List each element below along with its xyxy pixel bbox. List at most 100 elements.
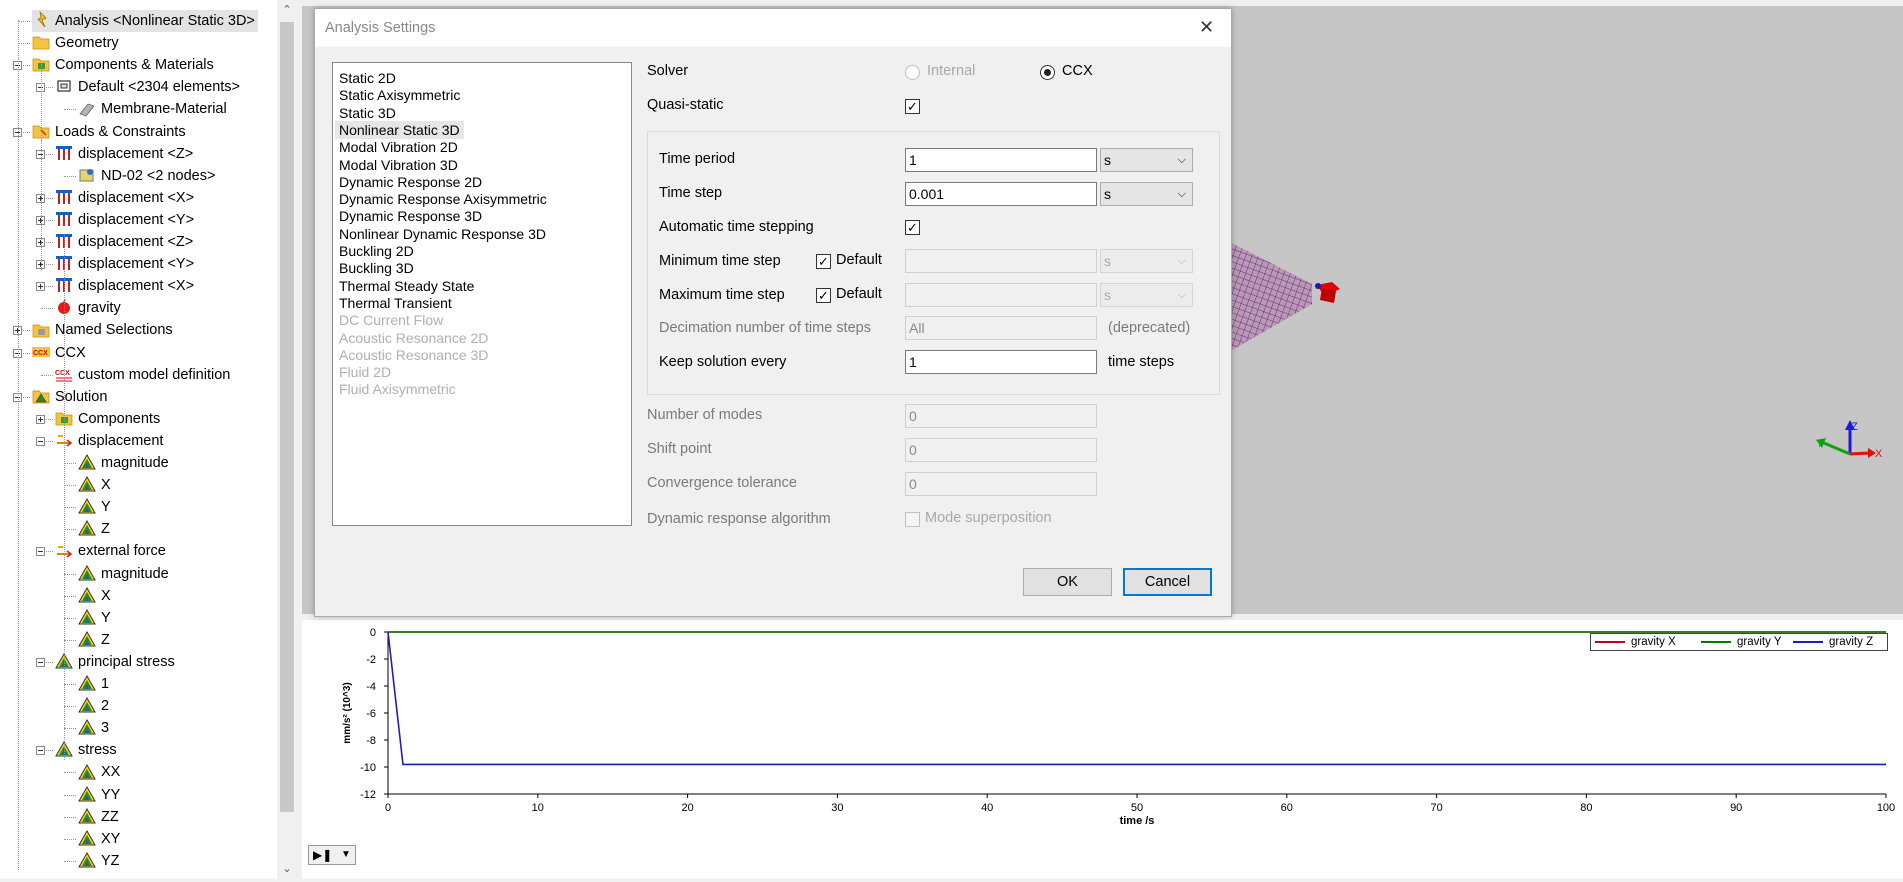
- collapse-icon[interactable]: [36, 746, 45, 756]
- scroll-up-icon[interactable]: ⌃: [277, 0, 297, 20]
- solution-icon: [32, 387, 50, 405]
- mode-superposition-checkbox[interactable]: [905, 512, 920, 527]
- analysis-type-item[interactable]: Dynamic Response 3D: [339, 207, 482, 225]
- analysis-type-item[interactable]: Nonlinear Static 3D: [335, 120, 464, 139]
- min-step-unit-select[interactable]: s ⌵: [1100, 249, 1193, 273]
- min-step-default-checkbox[interactable]: ✓: [816, 254, 831, 269]
- expand-icon[interactable]: [36, 414, 45, 424]
- analysis-type-item[interactable]: Static Axisymmetric: [339, 86, 460, 104]
- tree-item[interactable]: displacement <X>: [55, 187, 194, 209]
- decimation-input[interactable]: All: [905, 316, 1097, 340]
- max-step-default-checkbox[interactable]: ✓: [816, 288, 831, 303]
- auto-step-checkbox[interactable]: ✓: [905, 220, 920, 235]
- tree-item[interactable]: 3: [78, 717, 109, 739]
- model-tree[interactable]: Analysis <Nonlinear Static 3D> Geometry Co…: [0, 0, 297, 879]
- tree-item[interactable]: Z: [78, 629, 110, 651]
- max-step-input[interactable]: [905, 283, 1097, 307]
- time-period-input[interactable]: 1: [905, 148, 1097, 172]
- tree-item[interactable]: Loads & Constraints: [32, 121, 186, 143]
- folder-icon: [32, 33, 50, 51]
- analysis-type-item[interactable]: Dynamic Response Axisymmetric: [339, 190, 547, 208]
- tree-item[interactable]: X: [78, 585, 111, 607]
- tree-item[interactable]: Named Selections: [32, 319, 173, 341]
- tree-item[interactable]: principal stress: [55, 651, 175, 673]
- tree-item[interactable]: CCX CCX: [32, 342, 86, 364]
- tree-item[interactable]: Geometry: [32, 32, 119, 54]
- dialog-titlebar[interactable]: Analysis Settings ✕: [315, 9, 1231, 47]
- tree-item[interactable]: XY: [78, 828, 120, 850]
- time-step-input[interactable]: 0.001: [905, 182, 1097, 206]
- collapse-icon[interactable]: [36, 547, 45, 557]
- time-period-unit-select[interactable]: s ⌵: [1100, 148, 1193, 172]
- analysis-type-list[interactable]: Static 2D Static Axisymmetric Static 3D Non…: [332, 62, 632, 526]
- solver-internal-radio[interactable]: [905, 65, 920, 80]
- tree-item[interactable]: CCX custom model definition: [55, 364, 230, 386]
- analysis-type-item[interactable]: Nonlinear Dynamic Response 3D: [339, 225, 546, 243]
- tree-item[interactable]: Analysis <Nonlinear Static 3D>: [32, 10, 258, 32]
- close-icon[interactable]: ✕: [1199, 17, 1214, 38]
- analysis-type-item[interactable]: Buckling 2D: [339, 242, 414, 260]
- collapse-icon[interactable]: [36, 657, 45, 667]
- scroll-thumb[interactable]: [280, 22, 294, 812]
- tree-item[interactable]: 1: [78, 673, 109, 695]
- analysis-type-item[interactable]: Buckling 3D: [339, 259, 414, 277]
- tree-item[interactable]: displacement <Z>: [55, 231, 193, 253]
- analysis-type-item[interactable]: Static 2D: [339, 69, 396, 87]
- collapse-icon[interactable]: [36, 436, 45, 446]
- analysis-type-item[interactable]: Thermal Transient: [339, 294, 452, 312]
- tree-item[interactable]: magnitude: [78, 563, 169, 585]
- expand-icon[interactable]: [36, 282, 45, 292]
- tree-item[interactable]: displacement: [55, 430, 163, 452]
- tree-item[interactable]: displacement <Y>: [55, 253, 194, 275]
- tree-item-label: YY: [101, 786, 121, 803]
- ok-button[interactable]: OK: [1023, 568, 1112, 596]
- cancel-button[interactable]: Cancel: [1123, 568, 1212, 596]
- tree-item[interactable]: ZZ: [78, 806, 119, 828]
- tree-item[interactable]: Membrane-Material: [78, 98, 227, 120]
- tree-item[interactable]: Components: [55, 408, 160, 430]
- tolerance-input[interactable]: 0: [905, 472, 1097, 496]
- tree-connector: [18, 21, 30, 22]
- tree-item[interactable]: Y: [78, 607, 111, 629]
- analysis-type-item[interactable]: Modal Vibration 3D: [339, 156, 458, 174]
- tree-item[interactable]: Components & Materials: [32, 54, 214, 76]
- min-step-input[interactable]: [905, 249, 1097, 273]
- time-step-unit-select[interactable]: s ⌵: [1100, 182, 1193, 206]
- y-tick-label: -8: [366, 735, 376, 747]
- shift-point-input[interactable]: 0: [905, 438, 1097, 462]
- tree-item[interactable]: magnitude: [78, 452, 169, 474]
- tree-connector: [64, 639, 76, 641]
- solver-ccx-radio[interactable]: [1040, 65, 1055, 80]
- tree-item[interactable]: YY: [78, 784, 120, 806]
- tree-item[interactable]: ND-02 <2 nodes>: [78, 165, 215, 187]
- tree-item[interactable]: displacement <Y>: [55, 209, 194, 231]
- tree-item[interactable]: external force: [55, 540, 166, 562]
- tree-item-label: XY: [101, 830, 121, 847]
- quasi-static-checkbox[interactable]: ✓: [905, 99, 920, 114]
- analysis-type-item[interactable]: Dynamic Response 2D: [339, 173, 482, 191]
- analysis-type-item[interactable]: Modal Vibration 2D: [339, 138, 458, 156]
- playback-dropdown-icon[interactable]: ▼: [341, 846, 351, 864]
- tree-item[interactable]: Default <2304 elements>: [55, 76, 240, 98]
- tree-item[interactable]: displacement <X>: [55, 275, 194, 297]
- y-tick-label: 0: [370, 627, 376, 639]
- modes-input[interactable]: 0: [905, 404, 1097, 428]
- tree-item-label: Z: [101, 521, 110, 538]
- playback-control[interactable]: ▶❚ ▼: [308, 845, 356, 865]
- tree-item[interactable]: XX: [78, 761, 120, 783]
- max-step-unit-select[interactable]: s ⌵: [1100, 283, 1193, 307]
- analysis-type-item[interactable]: Static 3D: [339, 104, 396, 122]
- scroll-down-icon[interactable]: ⌄: [277, 859, 297, 879]
- analysis-type-item[interactable]: Thermal Steady State: [339, 277, 474, 295]
- result-plot-panel[interactable]: 0 -2 -4 -6 -8 -10 -12 0 10 20 30 40 50 60 70 80 90 100 tim…: [302, 620, 1903, 879]
- tree-item[interactable]: Z: [78, 518, 110, 540]
- tree-item[interactable]: Y: [78, 496, 111, 518]
- tree-scrollbar[interactable]: ⌃ ⌄: [277, 0, 297, 879]
- tree-item[interactable]: YZ: [78, 850, 120, 872]
- tree-item[interactable]: Solution: [32, 386, 107, 408]
- tree-item[interactable]: X: [78, 474, 111, 496]
- tree-item[interactable]: displacement <Z>: [55, 143, 193, 165]
- play-pause-icon[interactable]: ▶❚: [313, 846, 332, 864]
- keep-solution-input[interactable]: 1: [905, 350, 1097, 374]
- tree-item[interactable]: 2: [78, 695, 109, 717]
